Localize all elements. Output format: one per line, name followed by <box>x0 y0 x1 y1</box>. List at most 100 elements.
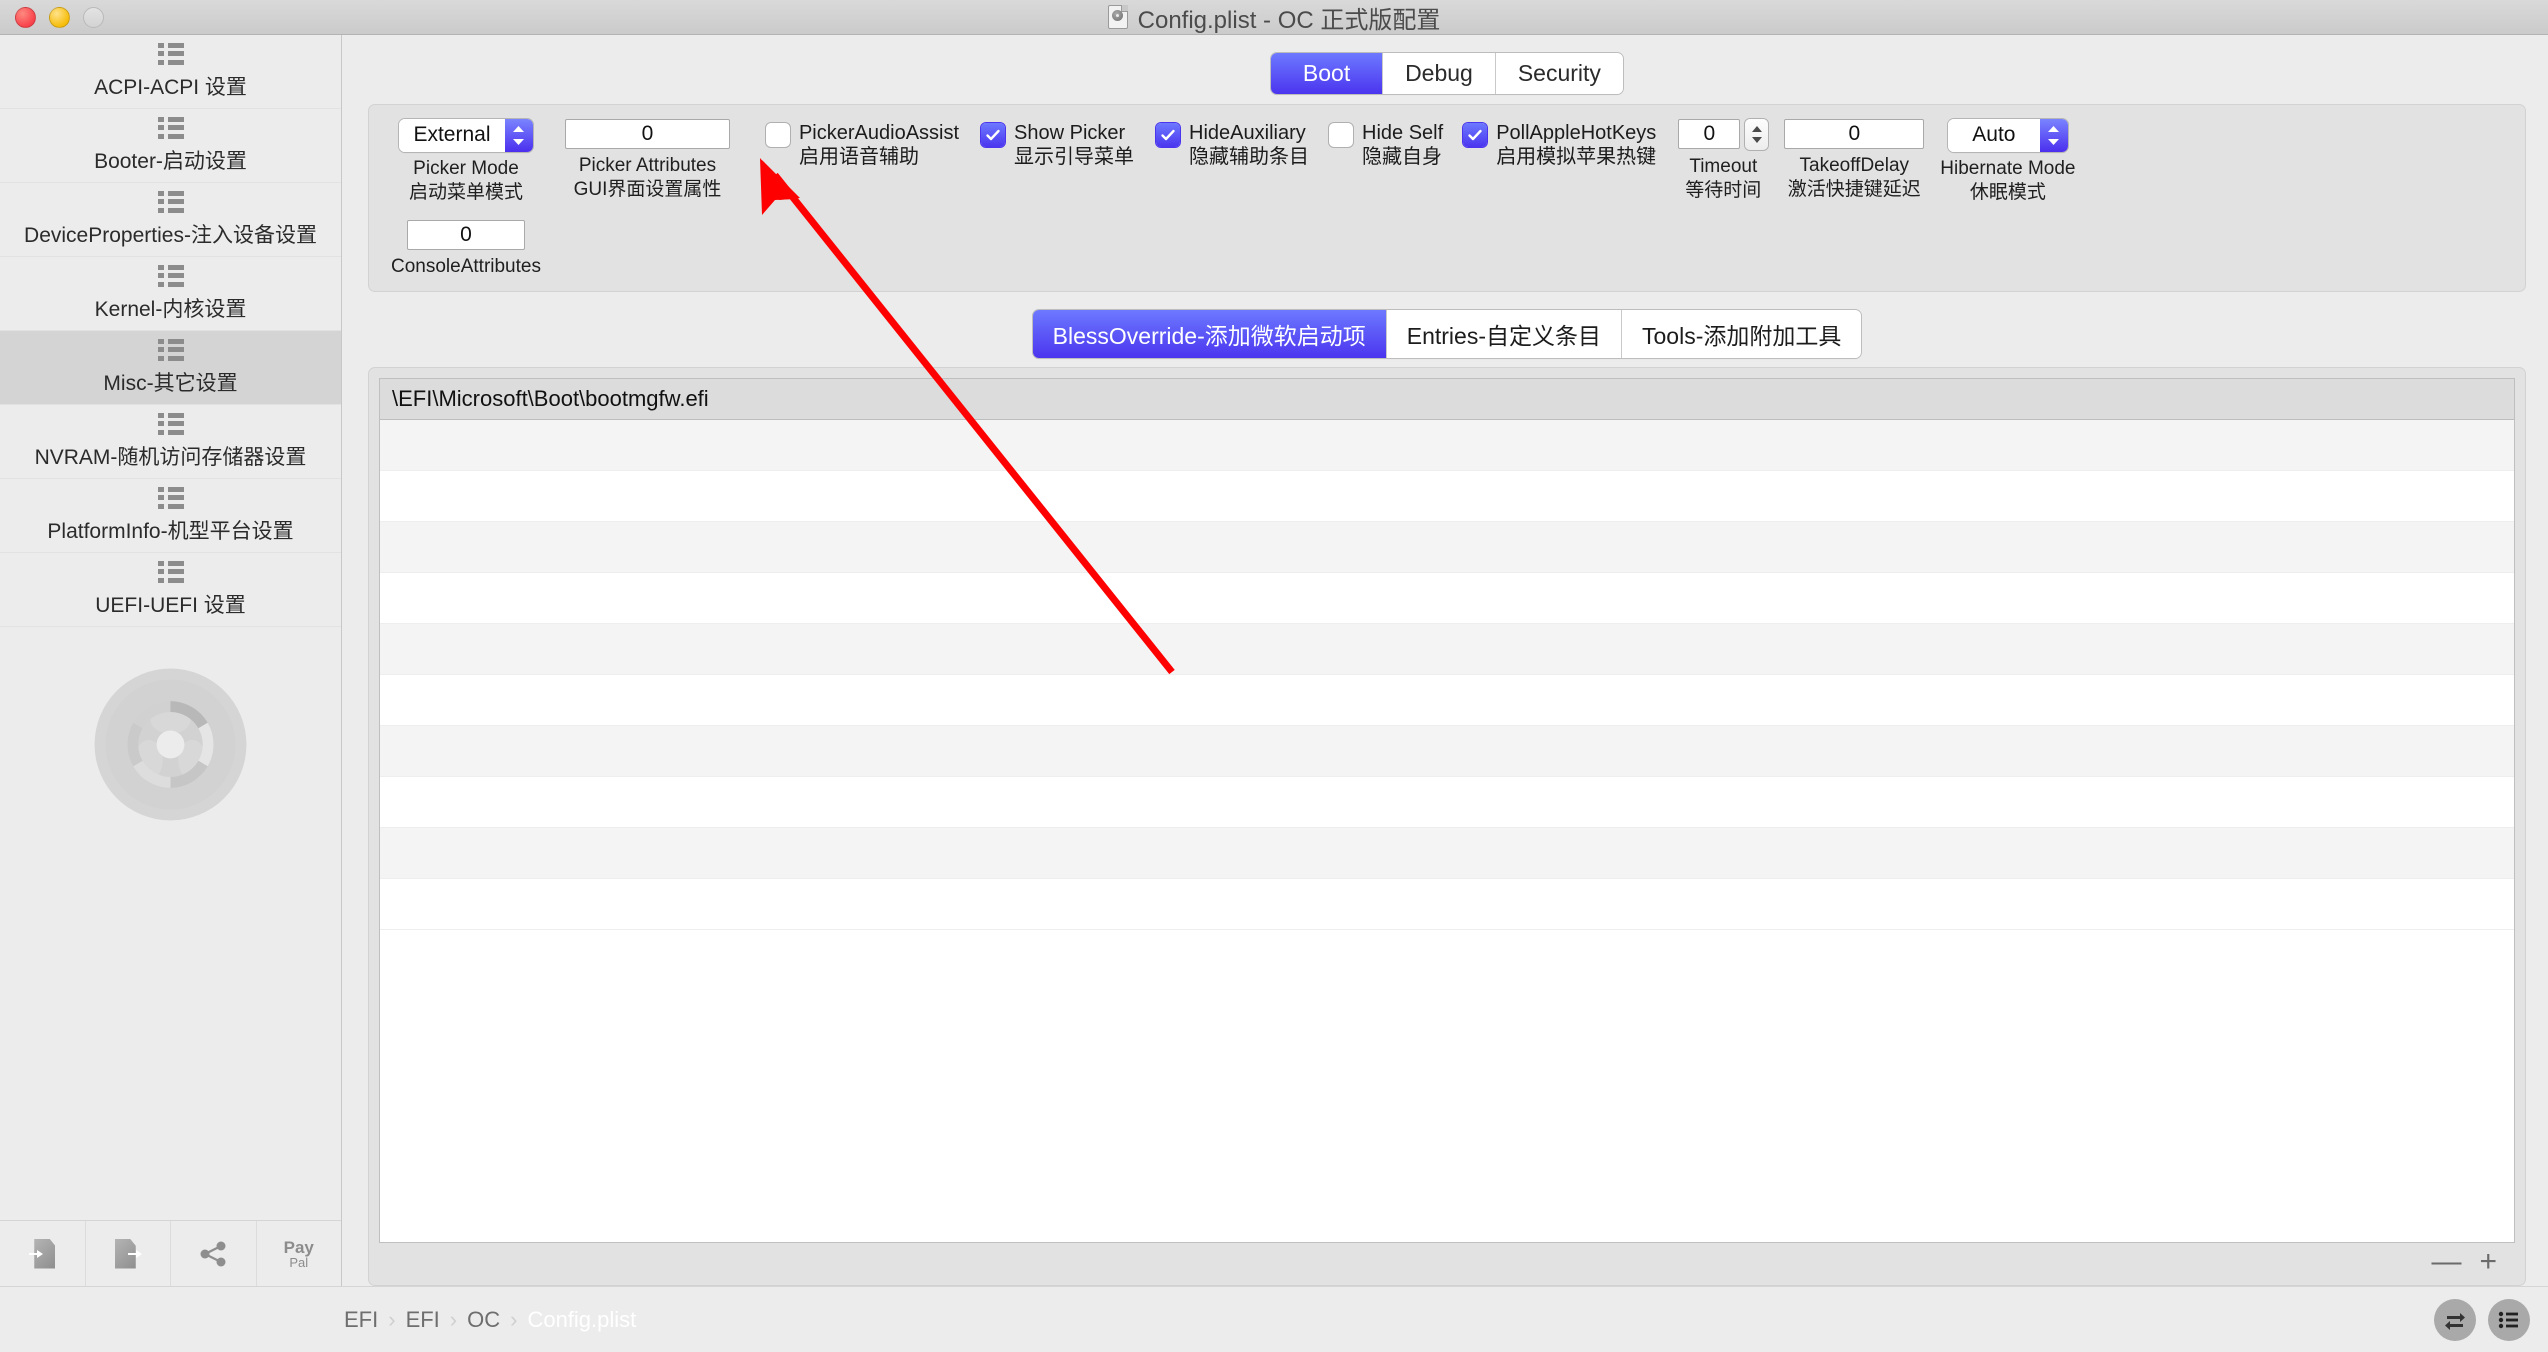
paypal-label-pal: Pal <box>289 1254 309 1270</box>
console-attributes-caption: ConsoleAttributes <box>391 256 541 278</box>
sidebar-item-booter[interactable]: Booter-启动设置 <box>0 109 341 183</box>
share-button[interactable] <box>171 1221 257 1286</box>
chevron-updown-icon[interactable] <box>504 118 533 152</box>
checkbox-labels: Show Picker 显示引导菜单 <box>1014 121 1134 170</box>
table-row[interactable] <box>380 522 2514 573</box>
checkbox-showpicker[interactable]: Show Picker 显示引导菜单 <box>981 121 1134 170</box>
timeout-value: 0 <box>1703 122 1716 146</box>
table-header-cell[interactable]: \EFI\Microsoft\Boot\bootmgfw.efi <box>380 379 2514 420</box>
add-row-button[interactable]: + <box>2479 1247 2497 1277</box>
sidebar-item-deviceproperties[interactable]: DeviceProperties-注入设备设置 <box>0 183 341 257</box>
sidebar-item-uefi[interactable]: UEFI-UEFI 设置 <box>0 553 341 627</box>
breadcrumb-item-oc[interactable]: OC <box>467 1307 500 1333</box>
table-row[interactable] <box>380 624 2514 675</box>
checkbox-icon[interactable] <box>765 122 790 147</box>
breadcrumb-item-efi-2[interactable]: EFI <box>406 1307 440 1333</box>
hibernate-mode-caption-cn: 休眠模式 <box>1969 181 2046 203</box>
list-icon <box>157 560 184 583</box>
document-icon <box>1107 5 1128 29</box>
picker-mode-value: External <box>399 118 505 152</box>
swap-arrows-icon <box>2445 1312 2465 1330</box>
console-attributes-input[interactable]: 0 <box>406 220 525 251</box>
tab-tools[interactable]: Tools-添加附加工具 <box>1622 310 1862 358</box>
sidebar-item-kernel[interactable]: Kernel-内核设置 <box>0 257 341 331</box>
sidebar-item-platforminfo[interactable]: PlatformInfo-机型平台设置 <box>0 479 341 553</box>
checkbox-label-cn: 隐藏自身 <box>1362 146 1443 169</box>
hibernate-mode-select[interactable]: Auto <box>1947 118 2068 152</box>
checkbox-labels: HideAuxiliary 隐藏辅助条目 <box>1189 121 1309 170</box>
table-body <box>380 420 2514 1242</box>
picker-attributes-caption-cn: GUI界面设置属性 <box>573 178 722 200</box>
entries-table-wrap: \EFI\Microsoft\Boot\bootmgfw.efi — + <box>368 367 2526 1286</box>
checkbox-label-cn: 隐藏辅助条目 <box>1189 146 1310 169</box>
breadcrumb-item-configplist[interactable]: Config.plist <box>527 1307 636 1333</box>
tab-blessoverride[interactable]: BlessOverride-添加微软启动项 <box>1032 310 1387 358</box>
swap-button[interactable] <box>2434 1298 2476 1341</box>
breadcrumb: EFI › EFI › OC › Config.plist <box>344 1307 2422 1333</box>
picker-mode-caption-en: Picker Mode <box>413 157 519 179</box>
window-body: ACPI-ACPI 设置 Booter-启动设置 DevicePropertie… <box>0 35 2548 1286</box>
tab-security[interactable]: Security <box>1495 53 1623 94</box>
checkbox-labels: PollAppleHotKeys 启用模拟苹果热键 <box>1496 121 1656 170</box>
checkbox-labels: PickerAudioAssist 启用语音辅助 <box>799 121 959 170</box>
checkbox-label-cn: 启用语音辅助 <box>798 146 919 169</box>
sidebar-item-misc[interactable]: Misc-其它设置 <box>0 331 341 405</box>
list-icon <box>157 264 184 287</box>
status-bar: EFI › EFI › OC › Config.plist <box>0 1286 2548 1352</box>
table-row[interactable] <box>380 726 2514 777</box>
remove-row-button[interactable]: — <box>2431 1247 2461 1277</box>
sidebar-item-nvram[interactable]: NVRAM-随机访问存储器设置 <box>0 405 341 479</box>
console-attributes-value: 0 <box>460 223 472 247</box>
table-row[interactable] <box>380 879 2514 930</box>
list-icon <box>157 116 184 139</box>
sidebar: ACPI-ACPI 设置 Booter-启动设置 DevicePropertie… <box>0 35 342 1286</box>
list-icon <box>157 42 184 65</box>
checkbox-hideself[interactable]: Hide Self 隐藏自身 <box>1329 121 1443 170</box>
checkbox-icon[interactable] <box>1156 122 1181 147</box>
list-view-button[interactable] <box>2488 1298 2530 1341</box>
title-bar: Config.plist - OC 正式版配置 <box>0 0 2548 35</box>
boot-options-panel: External Picker Mode 启动菜单模式 0 ConsoleAtt… <box>368 103 2526 292</box>
export-button[interactable] <box>86 1221 171 1286</box>
checkbox-pickeraudioassist[interactable]: PickerAudioAssist 启用语音辅助 <box>765 121 959 170</box>
checkbox-label-en: Hide Self <box>1362 121 1444 144</box>
hibernate-mode-value: Auto <box>1947 118 2040 152</box>
timeout-input[interactable]: 0 <box>1678 119 1741 150</box>
hibernate-mode-caption-en: Hibernate Mode <box>1940 157 2076 179</box>
paypal-label-pay: Pay <box>283 1237 314 1257</box>
breadcrumb-item-efi-1[interactable]: EFI <box>344 1307 378 1333</box>
picker-attributes-input[interactable]: 0 <box>564 118 730 149</box>
tab-boot[interactable]: Boot <box>1271 53 1384 94</box>
import-document-icon <box>29 1238 56 1269</box>
takeoff-delay-input[interactable]: 0 <box>1784 118 1925 149</box>
picker-attributes-caption-en: Picker Attributes <box>578 154 717 176</box>
picker-mode-select[interactable]: External <box>399 118 533 152</box>
main-inner: Boot Debug Security External Picker Mode… <box>342 35 2548 1286</box>
boot-options-row: External Picker Mode 启动菜单模式 0 ConsoleAtt… <box>381 118 2513 279</box>
table-row[interactable] <box>380 573 2514 624</box>
import-button[interactable] <box>0 1221 86 1286</box>
table-row[interactable] <box>380 675 2514 726</box>
table-row[interactable] <box>380 828 2514 879</box>
table-row[interactable] <box>380 777 2514 828</box>
sidebar-item-acpi[interactable]: ACPI-ACPI 设置 <box>0 35 341 109</box>
checkbox-icon[interactable] <box>981 122 1006 147</box>
checkbox-pollapplehotkeys[interactable]: PollAppleHotKeys 启用模拟苹果热键 <box>1463 121 1656 170</box>
chevron-updown-icon[interactable] <box>2039 118 2068 152</box>
tab-entries[interactable]: Entries-自定义条目 <box>1386 310 1622 358</box>
checkbox-label-en: Show Picker <box>1014 121 1126 144</box>
checkbox-icon[interactable] <box>1329 122 1354 147</box>
sidebar-item-label: Booter-启动设置 <box>94 149 247 173</box>
breadcrumb-separator: › <box>510 1306 518 1332</box>
paypal-button[interactable]: Pay Pal <box>257 1221 342 1286</box>
table-row[interactable] <box>380 420 2514 471</box>
tab-debug[interactable]: Debug <box>1383 53 1496 94</box>
table-row[interactable] <box>380 471 2514 522</box>
timeout-stepper[interactable] <box>1745 118 1769 150</box>
paypal-icon: Pay Pal <box>284 1239 314 1269</box>
sidebar-item-label: PlatformInfo-机型平台设置 <box>47 519 294 543</box>
checkbox-hideauxiliary[interactable]: HideAuxiliary 隐藏辅助条目 <box>1156 121 1309 170</box>
sidebar-toolbar: Pay Pal <box>0 1220 341 1286</box>
checkbox-icon[interactable] <box>1463 122 1488 147</box>
list-icon <box>157 412 184 435</box>
